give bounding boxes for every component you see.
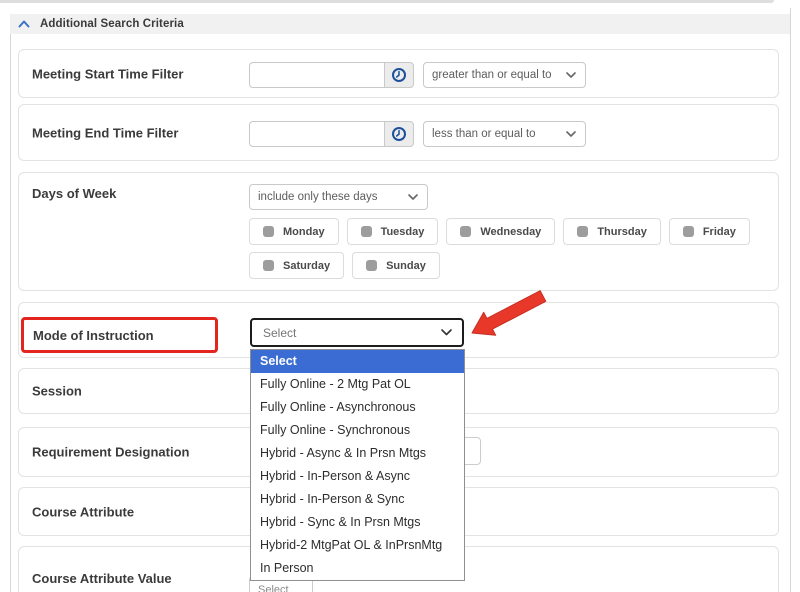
meeting-end-time-label: Meeting End Time Filter	[32, 125, 178, 140]
chevron-down-icon	[566, 131, 576, 137]
dropdown-option[interactable]: In Person	[251, 557, 464, 580]
annotation-highlight-box: Mode of Instruction	[21, 317, 218, 353]
meeting-start-operator-select[interactable]: greater than or equal to	[423, 62, 586, 88]
clock-icon[interactable]	[384, 121, 414, 147]
meeting-start-time-input[interactable]	[249, 62, 384, 88]
day-label: Tuesday	[381, 226, 425, 238]
day-label: Monday	[283, 226, 325, 238]
checkbox-icon	[366, 260, 377, 271]
requirement-designation-label: Requirement Designation	[32, 445, 189, 460]
dropdown-option[interactable]: Hybrid - Sync & In Prsn Mtgs	[251, 511, 464, 534]
section-header[interactable]: Additional Search Criteria	[10, 14, 790, 34]
clock-icon[interactable]	[384, 62, 414, 88]
checkbox-icon	[683, 226, 694, 237]
mode-of-instruction-label: Mode of Instruction	[24, 328, 154, 343]
day-label: Wednesday	[480, 226, 541, 238]
dropdown-option-select[interactable]: Select	[251, 350, 464, 373]
checkbox-icon	[460, 226, 471, 237]
dropdown-option[interactable]: Hybrid - Async & In Prsn Mtgs	[251, 442, 464, 465]
session-label: Session	[32, 384, 82, 399]
days-filter-mode-select[interactable]: include only these days	[249, 184, 428, 210]
meeting-end-time-row: Meeting End Time Filter less than or equ…	[18, 104, 779, 161]
dropdown-option[interactable]: Fully Online - Synchronous	[251, 419, 464, 442]
mode-of-instruction-value: Select	[263, 326, 296, 340]
chevron-down-icon	[566, 72, 576, 78]
days-of-week-label: Days of Week	[32, 186, 116, 201]
meeting-end-operator-select[interactable]: less than or equal to	[423, 121, 586, 147]
red-arrow-icon	[450, 282, 560, 354]
previous-panel-edge	[0, 0, 774, 3]
dropdown-option[interactable]: Hybrid - In-Person & Sync	[251, 488, 464, 511]
day-toggle-saturday[interactable]: Saturday	[249, 252, 344, 279]
mode-of-instruction-select[interactable]: Select	[250, 318, 464, 347]
day-label: Saturday	[283, 260, 330, 272]
checkbox-icon	[263, 226, 274, 237]
chevron-down-icon	[408, 194, 418, 200]
panel-right-border	[790, 8, 791, 592]
day-toggle-tuesday[interactable]: Tuesday	[347, 218, 439, 245]
day-toggle-sunday[interactable]: Sunday	[352, 252, 440, 279]
mode-of-instruction-dropdown: Select Fully Online - 2 Mtg Pat OL Fully…	[250, 349, 465, 581]
dropdown-option[interactable]: Hybrid-2 MtgPat OL & InPrsnMtg	[251, 534, 464, 557]
checkbox-icon	[577, 226, 588, 237]
panel-left-border	[10, 14, 11, 592]
day-toggle-wednesday[interactable]: Wednesday	[446, 218, 555, 245]
course-attribute-label: Course Attribute	[32, 504, 134, 519]
day-toggle-monday[interactable]: Monday	[249, 218, 339, 245]
dropdown-option[interactable]: Hybrid - In-Person & Async	[251, 465, 464, 488]
meeting-start-time-label: Meeting Start Time Filter	[32, 66, 183, 81]
section-title: Additional Search Criteria	[40, 18, 184, 30]
chevron-up-icon[interactable]	[18, 20, 30, 28]
course-attribute-value-label: Course Attribute Value	[32, 571, 172, 586]
checkbox-icon	[263, 260, 274, 271]
checkbox-icon	[361, 226, 372, 237]
day-label: Sunday	[386, 260, 426, 272]
meeting-start-time-row: Meeting Start Time Filter greater than o…	[18, 49, 779, 98]
dropdown-option[interactable]: Fully Online - Asynchronous	[251, 396, 464, 419]
dropdown-option[interactable]: Fully Online - 2 Mtg Pat OL	[251, 373, 464, 396]
days-of-week-row: Days of Week include only these days Mon…	[18, 172, 779, 291]
days-filter-mode-value: include only these days	[258, 191, 378, 203]
day-label: Thursday	[597, 226, 647, 238]
day-toggle-thursday[interactable]: Thursday	[563, 218, 661, 245]
meeting-end-time-input[interactable]	[249, 121, 384, 147]
operator-value: greater than or equal to	[432, 69, 552, 81]
day-label: Friday	[703, 226, 736, 238]
additional-search-criteria-panel: Additional Search Criteria Meeting Start…	[0, 0, 800, 592]
day-toggle-friday[interactable]: Friday	[669, 218, 750, 245]
operator-value: less than or equal to	[432, 128, 536, 140]
